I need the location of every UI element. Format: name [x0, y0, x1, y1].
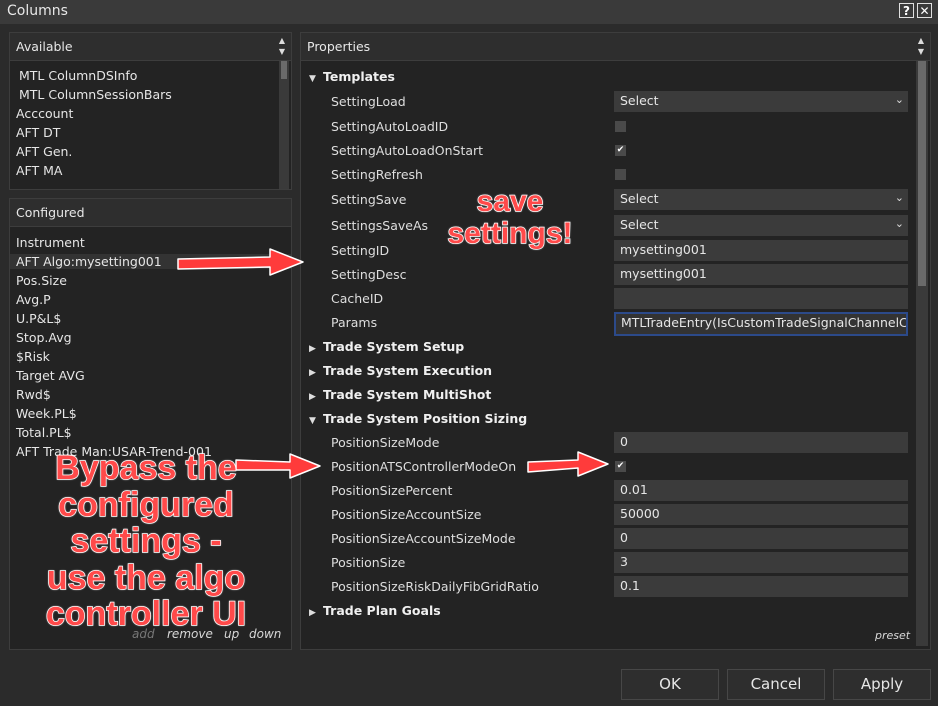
annotation-line: controller UI [45, 595, 247, 633]
annotation-line: configured [57, 485, 234, 524]
save-settings-annotation: save settings! [440, 185, 580, 251]
annotation-line: use the algo [46, 558, 246, 597]
annotation-line: settings - [70, 522, 223, 560]
arrow-to-setting-id [177, 248, 304, 276]
annotation-line: settings! [447, 217, 574, 251]
annotation-line: save [476, 185, 544, 219]
arrow-to-ats-checkbox [527, 451, 609, 477]
annotation-line: Bypass the [55, 449, 238, 487]
bypass-annotation: Bypass the configured settings - use the… [36, 449, 256, 633]
